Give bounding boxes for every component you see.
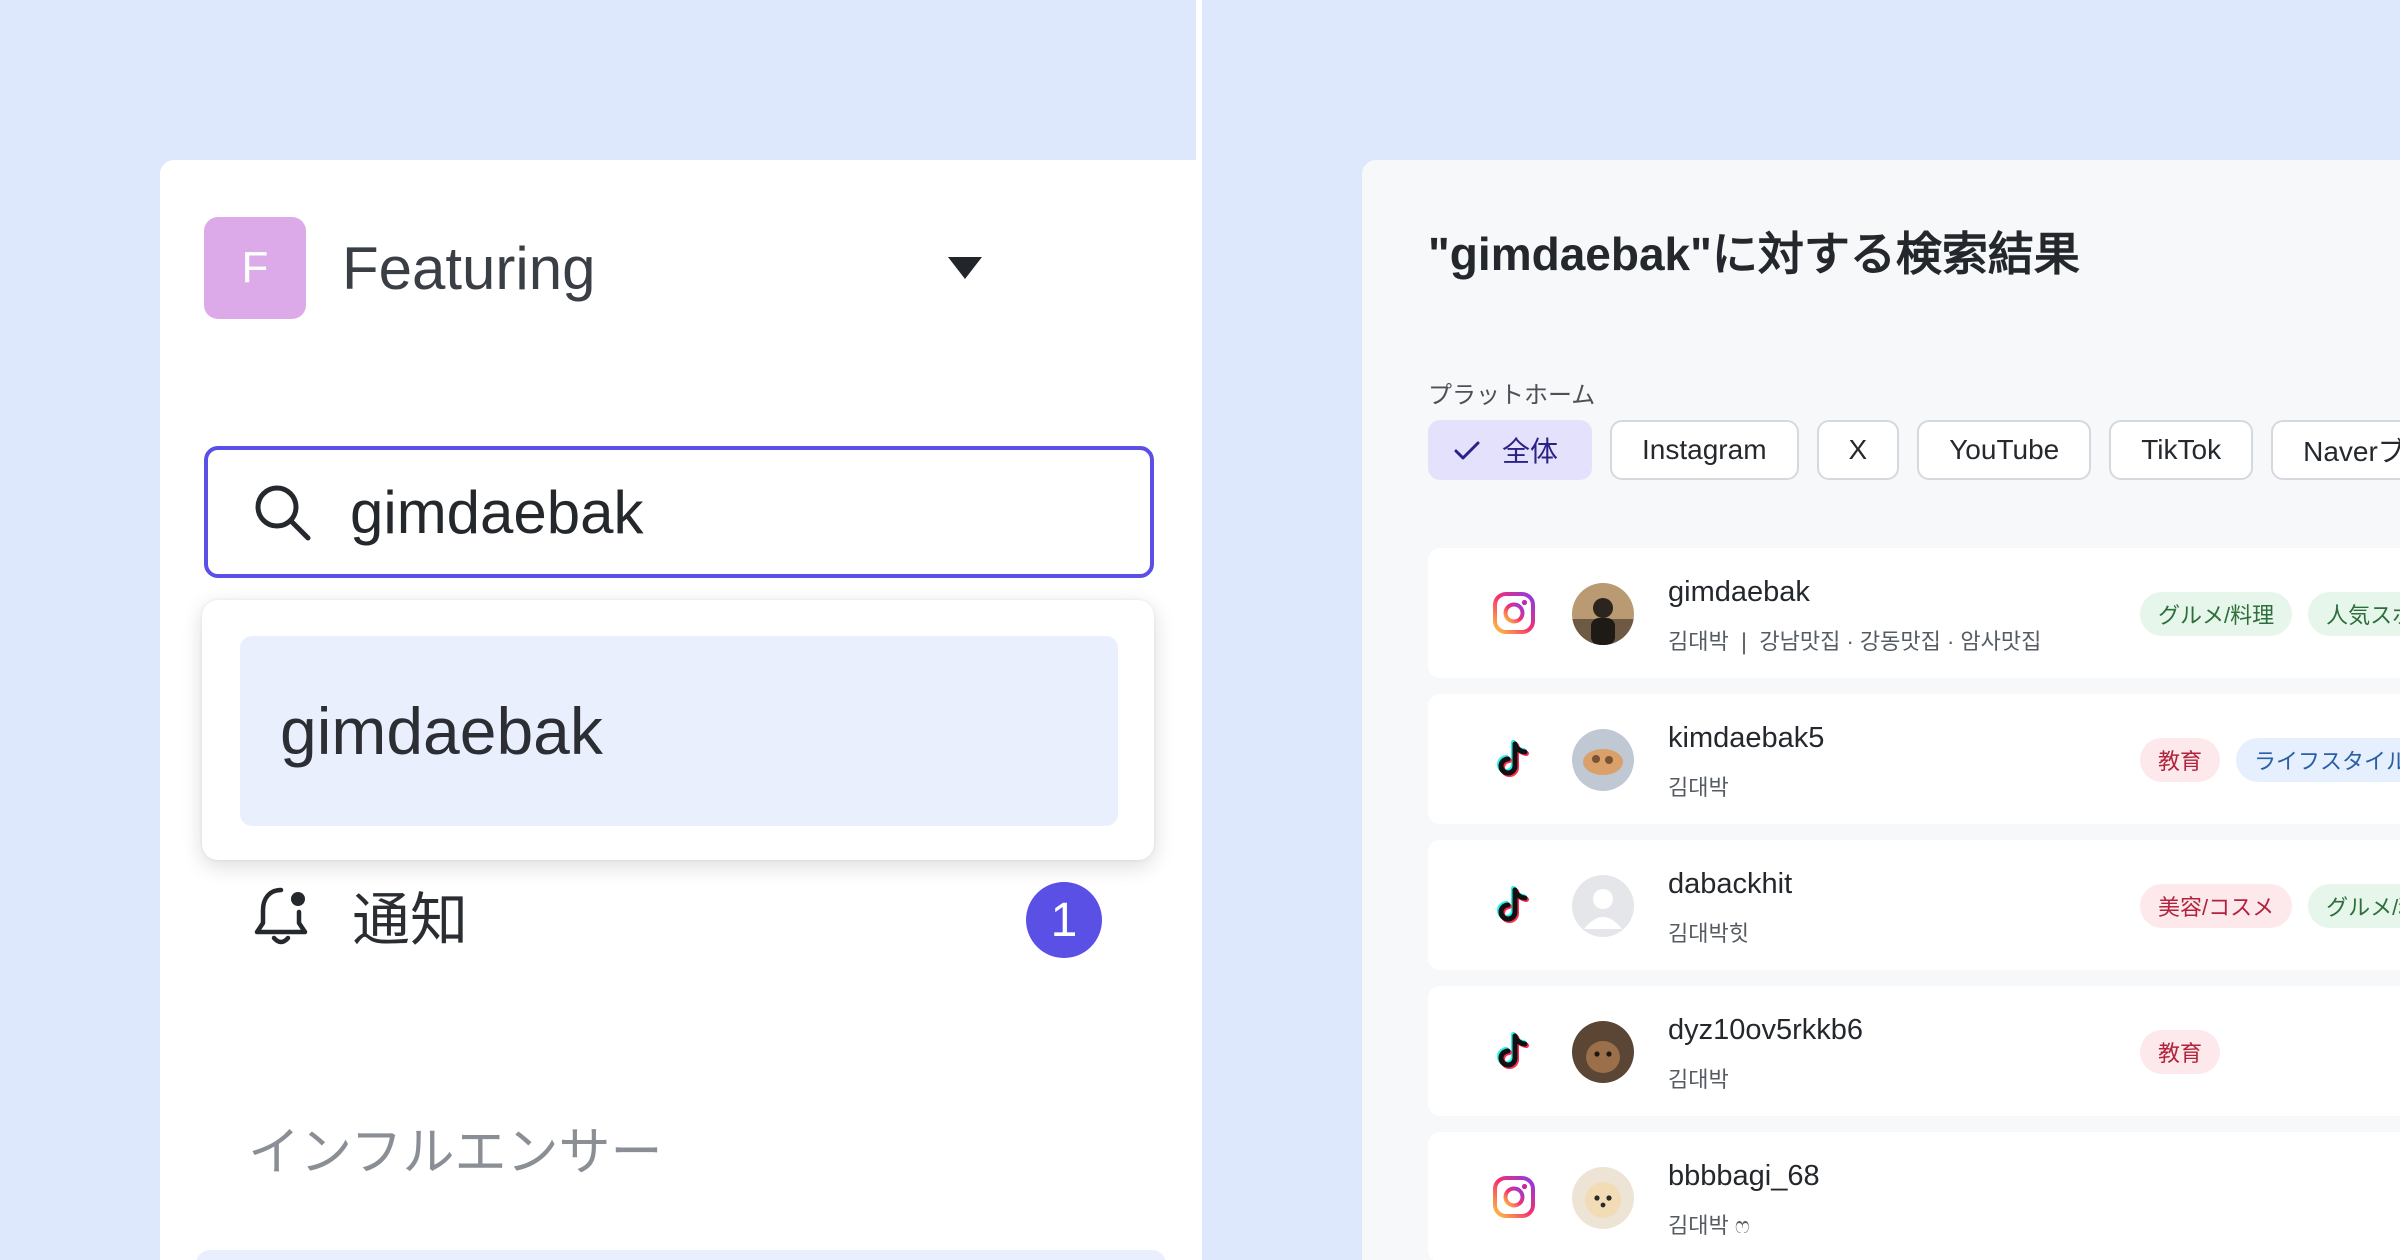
result-subtitle: 김대박 bbox=[1668, 775, 1729, 800]
category-tag: グルメ/料理 bbox=[2140, 592, 2293, 636]
category-tags: 教育 ライフスタイル bbox=[2140, 738, 2400, 782]
tiktok-icon bbox=[1497, 1032, 1529, 1069]
result-row[interactable]: dabackhit 김대박힛 美容/コスメ グルメ/料 bbox=[1428, 840, 2400, 970]
result-row[interactable]: bbbbagi_68 김대박 ෆ bbox=[1428, 1132, 2400, 1260]
notifications-label: 通知 bbox=[352, 888, 469, 953]
result-row[interactable]: kimdaebak5 김대박 教育 ライフスタイル bbox=[1428, 694, 2400, 824]
tiktok-icon bbox=[1497, 886, 1529, 923]
right-half: "gimdaebak"に対する検索結果 プラットホーム 全体 Instagram… bbox=[1202, 0, 2400, 1260]
filter-chip-instagram[interactable]: Instagram bbox=[1610, 420, 1799, 480]
search-input[interactable] bbox=[350, 477, 1110, 547]
category-tag: 教育 bbox=[2140, 738, 2221, 782]
sidebar-panel: F Featuring 通知 1 インフルエンサー gimdaebak bbox=[160, 160, 1196, 1260]
platform-filter-chips: 全体 Instagram X YouTube TikTok Naverブ bbox=[1428, 420, 2400, 480]
default-avatar-icon bbox=[1572, 875, 1634, 937]
filter-chip-label: Naverブ bbox=[2303, 436, 2400, 467]
sidebar-item-notifications[interactable]: 通知 1 bbox=[248, 860, 1108, 970]
category-tag: ライフスタイル bbox=[2236, 738, 2400, 782]
category-tag: 人気スポ bbox=[2308, 592, 2400, 636]
result-row[interactable]: dyz10ov5rkkb6 김대박 教育 bbox=[1428, 986, 2400, 1116]
result-username: dyz10ov5rkkb6 bbox=[1668, 1014, 1864, 1046]
filter-chip-label: TikTok bbox=[2141, 434, 2222, 465]
result-subtitle: 김대박 ❘ 강남맛집 · 강동맛집 · 암사맛집 bbox=[1668, 629, 2042, 654]
filter-chip-naver-blog[interactable]: Naverブ bbox=[2271, 420, 2400, 480]
filter-chip-youtube[interactable]: YouTube bbox=[1917, 420, 2092, 480]
workspace-switcher[interactable]: F Featuring bbox=[204, 217, 1014, 319]
check-icon bbox=[1454, 441, 1480, 460]
search-results-panel: "gimdaebak"に対する検索結果 プラットホーム 全体 Instagram… bbox=[1362, 160, 2400, 1260]
filter-chip-label: YouTube bbox=[1949, 434, 2060, 465]
influencer-section-label: インフルエンサー bbox=[248, 1124, 663, 1182]
result-username: kimdaebak5 bbox=[1668, 722, 1825, 754]
results-title: "gimdaebak"に対する検索結果 bbox=[1428, 228, 2080, 280]
notification-count-badge: 1 bbox=[1026, 882, 1102, 958]
category-tags: 美容/コスメ グルメ/料 bbox=[2140, 884, 2400, 928]
filter-chip-label: Instagram bbox=[1642, 434, 1767, 465]
search-suggestions-dropdown: gimdaebak bbox=[202, 600, 1154, 860]
result-row[interactable]: gimdaebak 김대박 ❘ 강남맛집 · 강동맛집 · 암사맛집 グルメ/料… bbox=[1428, 548, 2400, 678]
bell-icon bbox=[254, 887, 308, 945]
search-suggestion-item[interactable]: gimdaebak bbox=[240, 636, 1118, 826]
search-field[interactable] bbox=[204, 446, 1154, 578]
search-icon bbox=[255, 485, 311, 541]
result-subtitle: 김대박 bbox=[1668, 1067, 1729, 1092]
result-username: bbbbagi_68 bbox=[1668, 1160, 1820, 1192]
avatar bbox=[1572, 729, 1634, 791]
avatar bbox=[1572, 583, 1634, 645]
filter-chip-all[interactable]: 全体 bbox=[1428, 420, 1593, 480]
platform-filter-label: プラットホーム bbox=[1428, 382, 1596, 409]
filter-chip-x[interactable]: X bbox=[1816, 420, 1900, 480]
instagram-icon bbox=[1493, 1176, 1535, 1218]
result-subtitle: 김대박힛 bbox=[1668, 921, 1749, 946]
avatar bbox=[1572, 1021, 1634, 1083]
sidebar-item-active[interactable] bbox=[196, 1250, 1166, 1260]
instagram-icon bbox=[1493, 592, 1535, 634]
filter-chip-tiktok[interactable]: TikTok bbox=[2109, 420, 2254, 480]
workspace-avatar: F bbox=[204, 217, 306, 319]
result-username: dabackhit bbox=[1668, 868, 1793, 900]
results-list: gimdaebak 김대박 ❘ 강남맛집 · 강동맛집 · 암사맛집 グルメ/料… bbox=[1428, 548, 2400, 1260]
caret-down-icon[interactable] bbox=[948, 257, 982, 279]
avatar bbox=[1572, 1167, 1634, 1229]
filter-chip-label: 全体 bbox=[1502, 436, 1559, 467]
tiktok-icon bbox=[1497, 740, 1529, 777]
filter-chip-label: X bbox=[1848, 434, 1868, 465]
category-tags: 教育 bbox=[2140, 1030, 2221, 1074]
category-tags: グルメ/料理 人気スポ bbox=[2140, 592, 2400, 636]
category-tag: グルメ/料 bbox=[2308, 884, 2400, 928]
left-half: F Featuring 通知 1 インフルエンサー gimdaebak bbox=[0, 0, 1196, 1260]
workspace-name: Featuring bbox=[342, 234, 596, 302]
result-username: gimdaebak bbox=[1668, 576, 1810, 608]
result-subtitle: 김대박 ෆ bbox=[1668, 1213, 1750, 1238]
category-tag: 美容/コスメ bbox=[2140, 884, 2293, 928]
category-tag: 教育 bbox=[2140, 1030, 2221, 1074]
